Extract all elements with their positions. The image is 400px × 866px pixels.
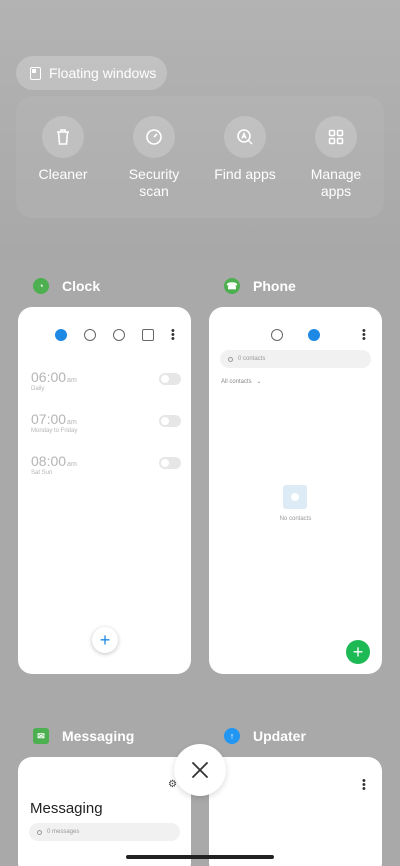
phone-app-header[interactable]: ☎ Phone — [224, 275, 296, 297]
cleaner-circle — [42, 116, 84, 158]
clock-app-header[interactable]: ◔ Clock — [33, 275, 100, 297]
floating-windows-button[interactable]: Floating windows — [16, 56, 167, 90]
world-clock-tab-icon[interactable] — [84, 329, 96, 341]
clear-all-button[interactable] — [174, 744, 226, 796]
contacts-filter-label: All contacts — [221, 379, 252, 385]
contacts-filter[interactable]: All contacts ⌄ — [221, 378, 261, 385]
home-indicator[interactable] — [126, 855, 274, 859]
trash-icon — [57, 129, 69, 145]
floating-window-icon — [30, 66, 41, 80]
alarm-item[interactable]: 07:00am Monday to Friday — [31, 411, 181, 434]
alarm-tab-icon[interactable] — [55, 329, 67, 341]
plus-icon: + — [352, 642, 364, 662]
alarm-ampm: am — [67, 377, 77, 384]
more-options-icon[interactable]: • • • — [362, 326, 366, 345]
filter-chevron-icon: ⌄ — [256, 379, 262, 385]
find-apps-icon — [237, 129, 253, 145]
messages-search-input[interactable]: 0 messages — [29, 823, 180, 841]
contacts-search-input[interactable]: 0 contacts — [220, 350, 371, 368]
updater-app-header[interactable]: ↑ Updater — [224, 725, 306, 747]
search-icon — [37, 829, 42, 835]
find-apps-circle — [224, 116, 266, 158]
manage-apps-circle — [315, 116, 357, 158]
updater-app-icon: ↑ — [224, 728, 240, 744]
clock-app-name: Clock — [62, 278, 101, 294]
alarm-repeat-label: Daily — [31, 386, 45, 392]
add-alarm-button[interactable]: + — [92, 627, 118, 653]
clock-tabs — [18, 329, 191, 343]
alarm-ampm: am — [67, 419, 77, 426]
messages-search-placeholder: 0 messages — [47, 829, 80, 835]
more-options-icon[interactable]: • • • — [171, 326, 175, 345]
alarm-time: 06:00 — [31, 369, 67, 385]
alarm-item[interactable]: 08:00am Sat Sun — [31, 453, 181, 476]
grid-icon — [328, 129, 344, 145]
contacts-search-placeholder: 0 contacts — [238, 356, 266, 362]
phone-app-name: Phone — [253, 278, 296, 294]
security-scan-button[interactable]: Security scan — [114, 116, 194, 200]
quick-actions-panel: Cleaner Security scan Find apps Manage a… — [16, 96, 384, 218]
messaging-card[interactable]: ⚙ Messaging 0 messages — [18, 757, 191, 866]
close-icon — [192, 762, 208, 778]
messaging-app-icon: ✉ — [33, 728, 49, 744]
alarm-time: 08:00 — [31, 453, 67, 469]
alarm-ampm: am — [67, 461, 77, 468]
alarm-toggle[interactable] — [159, 415, 181, 427]
cleaner-label: Cleaner — [38, 166, 88, 182]
add-contact-button[interactable]: + — [346, 640, 370, 664]
manage-apps-button[interactable]: Manage apps — [296, 116, 376, 200]
search-icon — [228, 356, 233, 362]
updater-card[interactable]: • • • — [209, 757, 382, 866]
messaging-app-header[interactable]: ✉ Messaging — [33, 725, 134, 747]
security-circle — [133, 116, 175, 158]
alarm-time: 07:00 — [31, 411, 67, 427]
call-log-tab-icon[interactable] — [271, 329, 283, 341]
empty-contacts-icon — [283, 485, 307, 509]
alarm-repeat-label: Sat Sun — [31, 470, 53, 476]
security-icon — [146, 129, 162, 145]
timer-tab-icon[interactable] — [142, 329, 154, 341]
alarm-toggle[interactable] — [159, 373, 181, 385]
alarm-item[interactable]: 06:00am Daily — [31, 369, 181, 392]
alarm-repeat-label: Monday to Friday — [31, 428, 78, 434]
find-apps-button[interactable]: Find apps — [205, 116, 285, 183]
floating-windows-label: Floating windows — [49, 65, 157, 81]
alarm-toggle[interactable] — [159, 457, 181, 469]
security-scan-label: Security scan — [128, 166, 180, 199]
manage-apps-label: Manage apps — [310, 166, 362, 199]
phone-card[interactable]: • • • 0 contacts All contacts ⌄ No contact… — [209, 307, 382, 674]
find-apps-label: Find apps — [214, 166, 276, 182]
empty-contacts-text: No contacts — [279, 516, 312, 522]
clock-card[interactable]: • • • 06:00am Daily 07:00am Monday to Frid… — [18, 307, 191, 674]
messaging-app-name: Messaging — [62, 728, 135, 744]
phone-app-icon: ☎ — [224, 278, 240, 294]
cleaner-button[interactable]: Cleaner — [23, 116, 103, 183]
messaging-title: Messaging — [30, 800, 103, 817]
clock-app-icon: ◔ — [33, 278, 49, 294]
more-options-icon[interactable]: • • • — [362, 776, 366, 795]
stopwatch-tab-icon[interactable] — [113, 329, 125, 341]
updater-app-name: Updater — [253, 728, 306, 744]
plus-icon: + — [99, 630, 111, 650]
phone-tabs — [209, 329, 382, 343]
contacts-tab-icon[interactable] — [308, 329, 320, 341]
